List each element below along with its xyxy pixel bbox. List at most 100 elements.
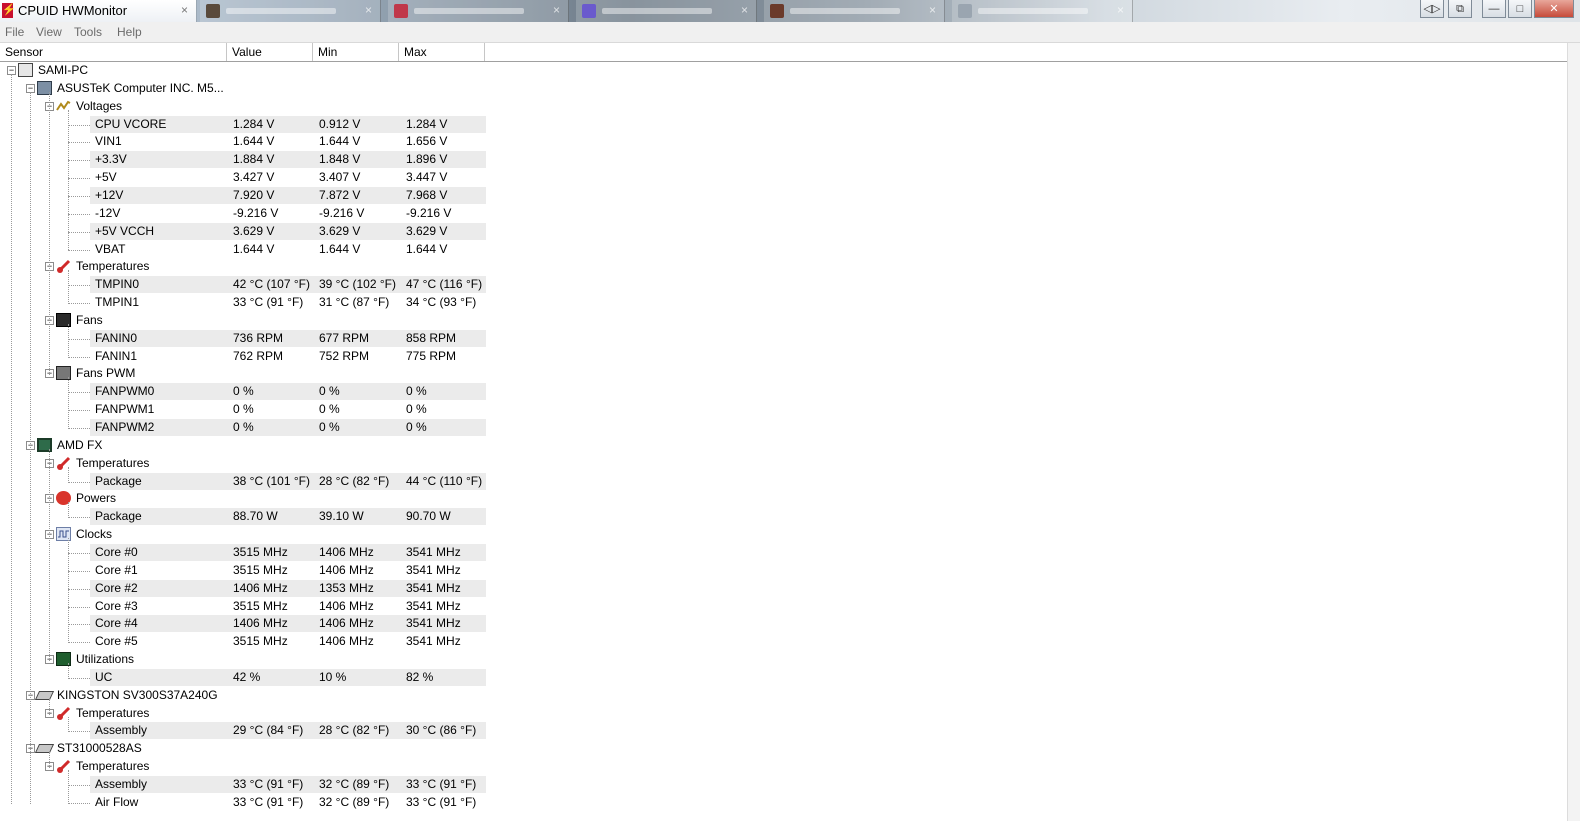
sensor-label: VIN1 (95, 134, 122, 149)
column-min[interactable]: Min (313, 43, 399, 61)
tab-favicon-icon (206, 4, 220, 18)
tree-node[interactable]: − Fans (0, 312, 1568, 329)
tree-node[interactable]: − Temperatures (0, 705, 1568, 722)
maximize-button[interactable]: □ (1508, 0, 1532, 18)
sensor-label: VBAT (95, 241, 126, 256)
tree-connector (68, 231, 90, 233)
tree-node[interactable]: − ST31000528AS (0, 740, 1568, 757)
background-tab[interactable]: × (576, 0, 757, 22)
tree-connector (68, 677, 90, 679)
sensor-row[interactable]: +3.3V 1.884 V 1.848 V 1.896 V (0, 151, 1568, 169)
sensor-label: FANPWM2 (95, 420, 155, 434)
pin-window-button[interactable]: ⧉ (1448, 0, 1472, 18)
sensor-row[interactable]: VBAT 1.644 V 1.644 V 1.644 V (0, 241, 1568, 258)
sensor-row[interactable]: Package 88.70 W 39.10 W 90.70 W (0, 508, 1568, 526)
close-icon[interactable]: × (929, 3, 936, 17)
tree-node[interactable]: − KINGSTON SV300S37A240G (0, 687, 1568, 704)
menu-file[interactable]: File (5, 25, 24, 39)
sensor-label: +5V VCCH (95, 223, 155, 238)
sensor-row[interactable]: VIN1 1.644 V 1.644 V 1.656 V (0, 133, 1568, 150)
tree-node[interactable]: − Fans PWM (0, 365, 1568, 382)
sensor-label: Core #1 (95, 562, 138, 577)
min-cell: 1406 MHz (319, 562, 374, 577)
sensor-row[interactable]: Air Flow 33 °C (91 °F) 32 °C (89 °F) 33 °C … (0, 794, 1568, 811)
node-label: Temperatures (76, 259, 150, 274)
close-icon[interactable]: × (1117, 3, 1124, 17)
tree-connector (68, 785, 90, 786)
tree-node[interactable]: − Temperatures (0, 758, 1568, 775)
tree-guide-line (68, 502, 69, 519)
vertical-scrollbar[interactable] (1567, 43, 1580, 821)
sensor-row[interactable]: Package 38 °C (101 °F) 28 °C (82 °F) 44 °C … (0, 472, 1568, 490)
sensor-row[interactable]: FANPWM1 0 % 0 % 0 % (0, 401, 1568, 418)
tree-node[interactable]: − SAMI-PC (0, 62, 1568, 79)
sensor-label: FANPWM0 (95, 384, 155, 399)
sensor-row[interactable]: Core #1 3515 MHz 1406 MHz 3541 MHz (0, 562, 1568, 579)
sensor-row[interactable]: FANPWM2 0 % 0 % 0 % (0, 419, 1568, 436)
sensor-row[interactable]: FANPWM0 0 % 0 % 0 % (0, 383, 1568, 401)
tree-guide-line (49, 91, 50, 376)
sensor-row[interactable]: Core #3 3515 MHz 1406 MHz 3541 MHz (0, 598, 1568, 615)
tree-node[interactable]: − Utilizations (0, 651, 1568, 668)
tree-connector (68, 428, 90, 429)
background-tab[interactable]: × (388, 0, 569, 22)
menu-view[interactable]: View (36, 25, 62, 39)
sensor-row[interactable]: Core #2 1406 MHz 1353 MHz 3541 MHz (0, 579, 1568, 597)
max-cell: 3541 MHz (406, 562, 461, 577)
column-value[interactable]: Value (227, 43, 313, 61)
close-icon[interactable]: × (365, 3, 372, 17)
tree-node[interactable]: − ASUSTeK Computer INC. M5... (0, 80, 1568, 97)
sensor-label: Assembly (95, 723, 148, 738)
value-cell: 33 °C (91 °F) (233, 794, 304, 809)
menu-help[interactable]: Help (117, 25, 142, 39)
sensor-label: CPU VCORE (95, 116, 167, 131)
nav-arrows-button[interactable]: ◁▷ (1420, 0, 1444, 18)
value-cell: 33 °C (91 °F) (233, 777, 304, 791)
sensor-row[interactable]: FANIN1 762 RPM 752 RPM 775 RPM (0, 348, 1568, 365)
tree-node[interactable]: − Clocks (0, 526, 1568, 543)
min-cell: 28 °C (82 °F) (319, 723, 390, 738)
sensor-row[interactable]: CPU VCORE 1.284 V 0.912 V 1.284 V (0, 115, 1568, 133)
tree-node[interactable]: − Temperatures (0, 455, 1568, 472)
minimize-button[interactable]: — (1482, 0, 1506, 18)
sensor-label: +5V (95, 170, 117, 185)
close-icon[interactable]: × (181, 3, 188, 17)
column-max[interactable]: Max (399, 43, 485, 61)
value-cell: 3.427 V (233, 170, 275, 185)
sensor-row[interactable]: TMPIN1 33 °C (91 °F) 31 °C (87 °F) 34 °C (9… (0, 294, 1568, 311)
sensor-row[interactable]: -12V -9.216 V -9.216 V -9.216 V (0, 205, 1568, 222)
sensor-row[interactable]: FANIN0 736 RPM 677 RPM 858 RPM (0, 329, 1568, 347)
tree-node[interactable]: − Voltages (0, 98, 1568, 115)
max-cell: 30 °C (86 °F) (406, 723, 477, 738)
tree-node[interactable]: − Powers (0, 490, 1568, 507)
value-cell: 42 % (233, 669, 261, 684)
menu-tools[interactable]: Tools (74, 25, 102, 39)
tree-node[interactable]: − Temperatures (0, 258, 1568, 275)
tree-node[interactable]: − AMD FX (0, 437, 1568, 454)
sensor-row[interactable]: Core #5 3515 MHz 1406 MHz 3541 MHz (0, 633, 1568, 650)
sensor-row[interactable]: +5V VCCH 3.629 V 3.629 V 3.629 V (0, 222, 1568, 240)
background-tab[interactable]: × (764, 0, 945, 22)
column-sensor[interactable]: Sensor (0, 43, 227, 61)
sensor-row[interactable]: Assembly 33 °C (91 °F) 32 °C (89 °F) 33 °C … (0, 776, 1568, 793)
sensor-row[interactable]: Assembly 29 °C (84 °F) 28 °C (82 °F) 30 °C … (0, 722, 1568, 740)
min-cell: 3.407 V (319, 170, 361, 185)
close-icon[interactable]: × (553, 3, 560, 17)
sensor-row[interactable]: Core #0 3515 MHz 1406 MHz 3541 MHz (0, 543, 1568, 561)
node-label: SAMI-PC (38, 63, 89, 77)
max-cell: 3541 MHz (406, 580, 461, 595)
close-window-button[interactable]: ✕ (1534, 0, 1574, 18)
close-icon[interactable]: × (741, 3, 748, 17)
sensor-row[interactable]: +5V 3.427 V 3.407 V 3.447 V (0, 169, 1568, 186)
min-cell: 1406 MHz (319, 544, 374, 559)
sensor-row[interactable]: TMPIN0 42 °C (107 °F) 39 °C (102 °F) 47 °C … (0, 276, 1568, 294)
tree-connector (68, 481, 90, 483)
min-cell: 1.848 V (319, 152, 361, 167)
value-cell: 1406 MHz (233, 580, 288, 595)
background-tab[interactable]: × (200, 0, 381, 22)
sensor-row[interactable]: +12V 7.920 V 7.872 V 7.968 V (0, 186, 1568, 204)
sensor-row[interactable]: UC 42 % 10 % 82 % (0, 668, 1568, 686)
app-tab[interactable]: ⚡ CPUID HWMonitor × (0, 0, 197, 22)
sensor-row[interactable]: Core #4 1406 MHz 1406 MHz 3541 MHz (0, 615, 1568, 633)
background-tab[interactable]: × (952, 0, 1133, 22)
